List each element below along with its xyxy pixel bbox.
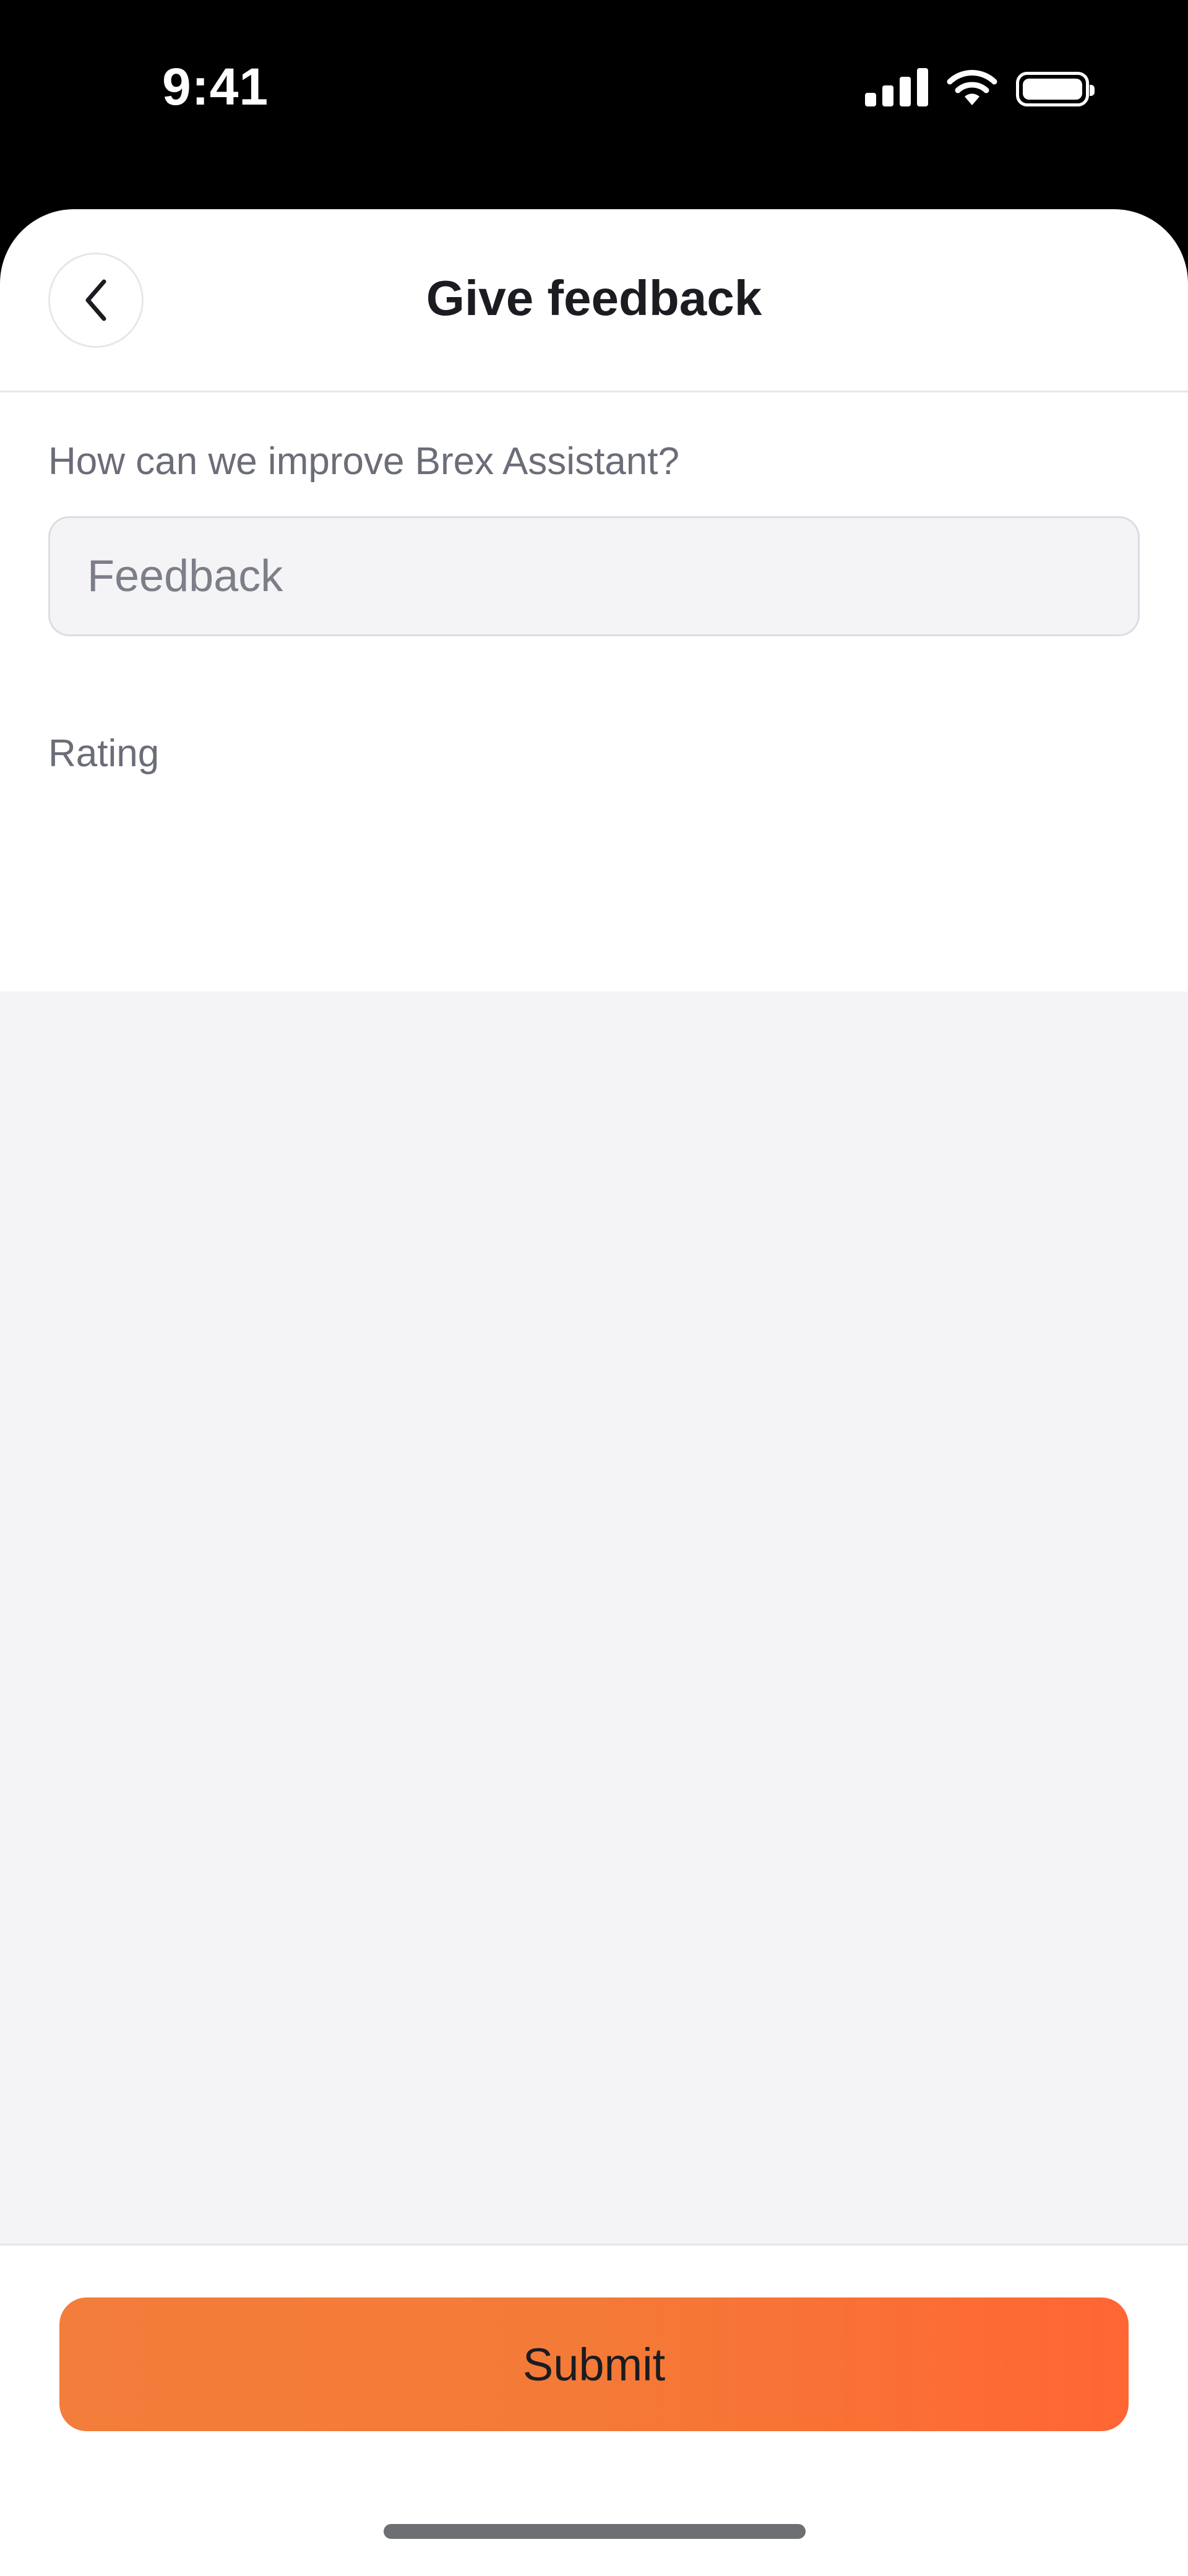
feedback-sheet: Give feedback How can we improve Brex As… bbox=[0, 209, 1188, 2576]
feedback-label: How can we improve Brex Assistant? bbox=[48, 440, 679, 483]
submit-button[interactable]: Submit bbox=[59, 2297, 1129, 2431]
footer: Submit bbox=[0, 2245, 1188, 2576]
cellular-signal-icon bbox=[865, 68, 928, 106]
status-bar: 9:41 bbox=[0, 0, 1188, 209]
wifi-icon bbox=[947, 70, 997, 105]
status-time: 9:41 bbox=[162, 58, 269, 116]
status-icons bbox=[865, 67, 1095, 106]
page-title: Give feedback bbox=[426, 270, 762, 326]
content-spacer bbox=[0, 992, 1188, 2245]
rating-label: Rating bbox=[48, 732, 160, 775]
feedback-input[interactable] bbox=[48, 516, 1140, 636]
nav-bar: Give feedback bbox=[0, 209, 1188, 392]
feedback-screen: 9:41 Give feedback How can we improve Br… bbox=[0, 0, 1188, 2576]
home-indicator bbox=[384, 2524, 806, 2539]
battery-icon bbox=[1016, 72, 1095, 106]
